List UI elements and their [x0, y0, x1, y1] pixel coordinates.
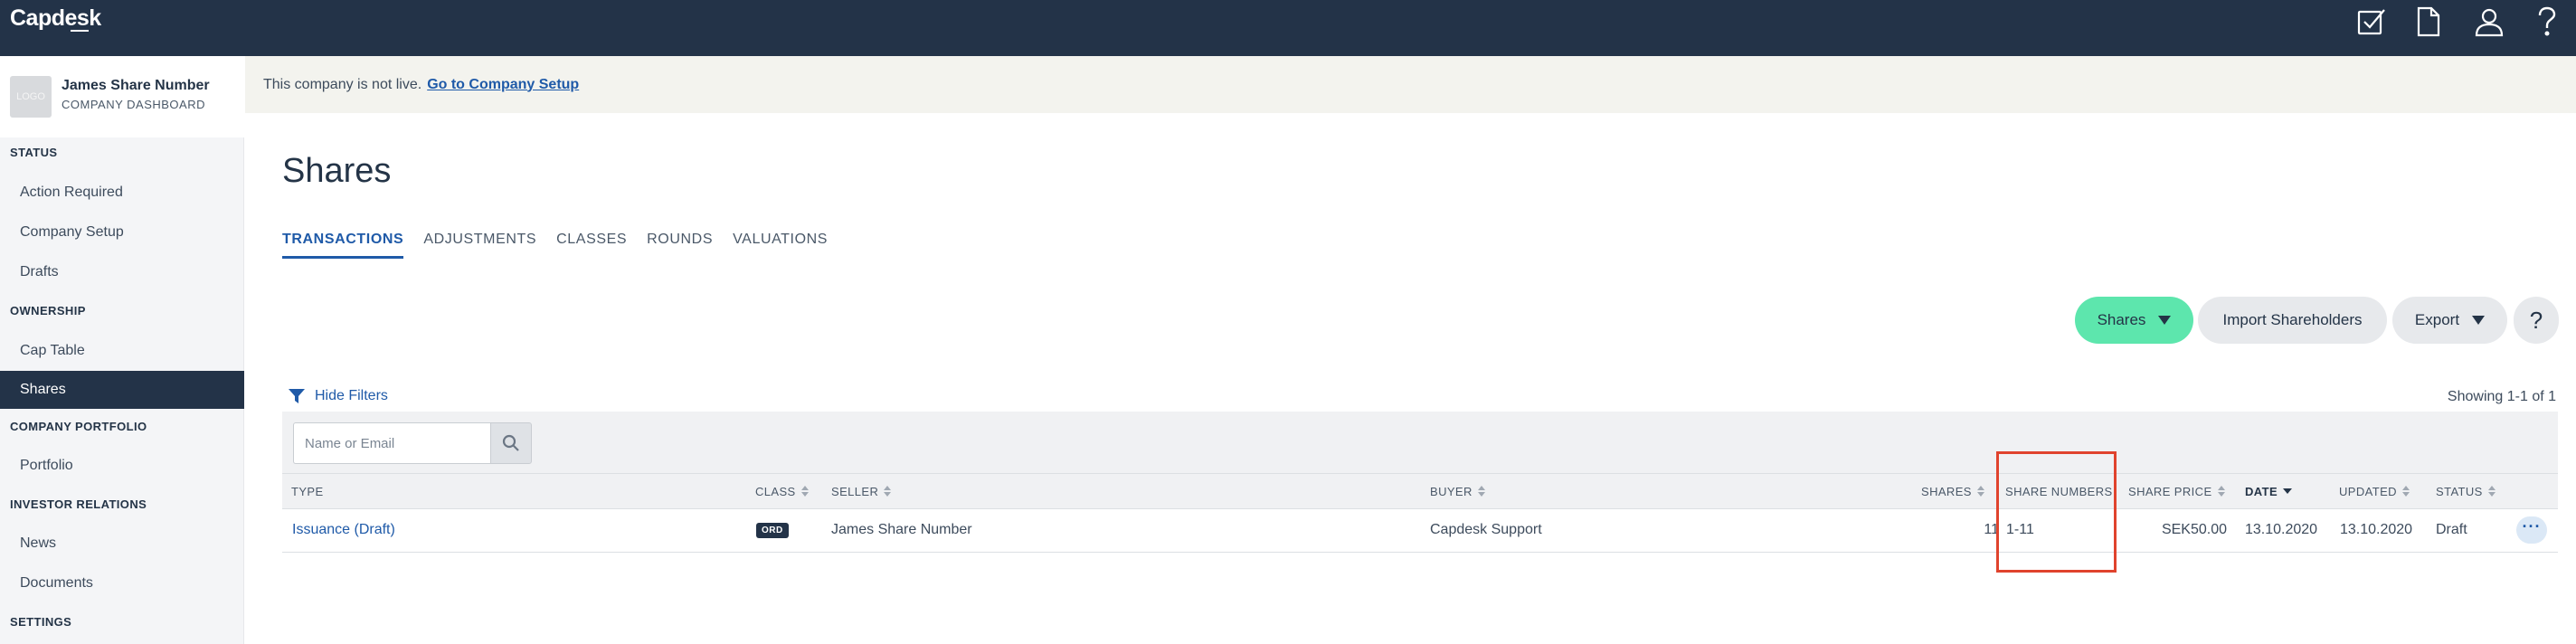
checkbox-icon[interactable]: [2353, 4, 2390, 40]
sort-icon: [2487, 486, 2496, 497]
cell-class: ORD: [756, 509, 789, 551]
cell-actions: ···: [2516, 509, 2547, 551]
sidebar-item-portfolio[interactable]: Portfolio: [0, 447, 244, 485]
document-icon[interactable]: [2410, 4, 2447, 40]
column-header-type: TYPE: [291, 484, 324, 498]
more-actions-button[interactable]: ···: [2516, 516, 2547, 544]
filter-icon: [289, 389, 305, 403]
page-title: Shares: [282, 152, 392, 190]
notice-text: This company is not live.: [263, 76, 422, 92]
column-header-buyer[interactable]: BUYER: [1430, 474, 1485, 508]
shares-dropdown-button[interactable]: Shares: [2075, 297, 2193, 344]
cell-seller: James Share Number: [831, 522, 972, 537]
sort-icon: [2401, 486, 2410, 497]
sort-icon: [1477, 486, 1485, 497]
brand-logo[interactable]: Capdesk: [10, 5, 101, 32]
company-setup-link[interactable]: Go to Company Setup: [427, 77, 579, 93]
sidebar-item-company-setup[interactable]: Company Setup: [0, 213, 244, 251]
caret-down-icon: [2158, 316, 2172, 325]
search-input[interactable]: [293, 422, 490, 464]
column-header-shares[interactable]: SHARES: [1921, 474, 1984, 508]
section-ownership: OWNERSHIP: [10, 304, 86, 317]
sidebar: LOGO James Share Number COMPANY DASHBOAR…: [0, 56, 244, 644]
sort-desc-icon: [2283, 488, 2293, 494]
sort-icon: [1976, 486, 1984, 497]
help-button[interactable]: ?: [2514, 297, 2559, 344]
class-badge: ORD: [756, 522, 789, 538]
search-button[interactable]: [490, 422, 532, 464]
sidebar-item-action-required[interactable]: Action Required: [0, 174, 244, 212]
shares-button-label: Shares: [2097, 311, 2146, 328]
transactions-table: TYPE CLASS SELLER BUYER SHARES SHARE NUM…: [282, 473, 2558, 553]
sidebar-item-shares[interactable]: Shares: [0, 371, 244, 409]
search-icon: [502, 434, 519, 451]
brand-underline: [71, 30, 89, 32]
company-header[interactable]: LOGO James Share Number COMPANY DASHBOAR…: [0, 56, 244, 137]
section-status: STATUS: [10, 146, 58, 159]
cell-share-price: SEK50.00: [2161, 522, 2227, 537]
import-shareholders-button[interactable]: Import Shareholders: [2198, 297, 2387, 344]
cell-status: Draft: [2436, 522, 2467, 537]
tab-bar: TRANSACTIONS ADJUSTMENTS CLASSES ROUNDS …: [282, 230, 848, 259]
column-header-seller[interactable]: SELLER: [831, 474, 892, 508]
caret-down-icon: [2472, 316, 2486, 325]
sort-icon: [884, 486, 892, 497]
cell-shares: 11: [1984, 522, 1999, 537]
sidebar-item-documents[interactable]: Documents: [0, 564, 244, 602]
tab-transactions[interactable]: TRANSACTIONS: [282, 230, 404, 259]
section-investor-relations: INVESTOR RELATIONS: [10, 497, 147, 511]
column-header-share-price[interactable]: SHARE PRICE: [2128, 474, 2225, 508]
sidebar-item-cap-table[interactable]: Cap Table: [0, 332, 244, 370]
export-button-label: Export: [2414, 311, 2460, 328]
top-navbar: Capdesk: [0, 0, 2576, 56]
column-header-date[interactable]: DATE: [2245, 474, 2293, 508]
hide-filters-toggle[interactable]: Hide Filters: [288, 387, 388, 405]
column-header-updated[interactable]: UPDATED: [2339, 474, 2410, 508]
filter-bar: [282, 412, 2558, 473]
table-header: TYPE CLASS SELLER BUYER SHARES SHARE NUM…: [282, 473, 2558, 509]
column-header-status[interactable]: STATUS: [2436, 474, 2496, 508]
help-icon[interactable]: [2529, 4, 2565, 40]
company-name: James Share Number: [62, 78, 210, 93]
user-icon[interactable]: [2471, 4, 2507, 40]
import-button-label: Import Shareholders: [2222, 311, 2363, 328]
not-live-notice: This company is not live. Go to Company …: [245, 56, 2576, 113]
section-company-portfolio: COMPANY PORTFOLIO: [10, 420, 147, 433]
hide-filters-label: Hide Filters: [315, 388, 388, 403]
column-header-class[interactable]: CLASS: [755, 474, 809, 508]
tab-rounds[interactable]: ROUNDS: [647, 230, 713, 259]
tab-adjustments[interactable]: ADJUSTMENTS: [423, 230, 536, 259]
cell-updated: 13.10.2020: [2340, 522, 2413, 537]
sort-icon: [2217, 486, 2225, 497]
sidebar-item-drafts[interactable]: Drafts: [0, 253, 244, 291]
tab-valuations[interactable]: VALUATIONS: [733, 230, 828, 259]
cell-type[interactable]: Issuance (Draft): [292, 509, 395, 551]
cell-buyer: Capdesk Support: [1430, 522, 1542, 537]
table-row[interactable]: Issuance (Draft) ORD James Share Number …: [282, 509, 2558, 553]
cell-date: 13.10.2020: [2245, 522, 2318, 537]
tab-classes[interactable]: CLASSES: [556, 230, 627, 259]
company-subtitle: COMPANY DASHBOARD: [62, 98, 205, 111]
sidebar-item-news[interactable]: News: [0, 525, 244, 563]
results-count: Showing 1-1 of 1: [2447, 389, 2556, 404]
section-settings: SETTINGS: [10, 615, 72, 629]
sort-icon: [800, 486, 809, 497]
company-logo: LOGO: [10, 76, 52, 118]
export-dropdown-button[interactable]: Export: [2392, 297, 2507, 344]
share-numbers-highlight: [1996, 451, 2117, 573]
